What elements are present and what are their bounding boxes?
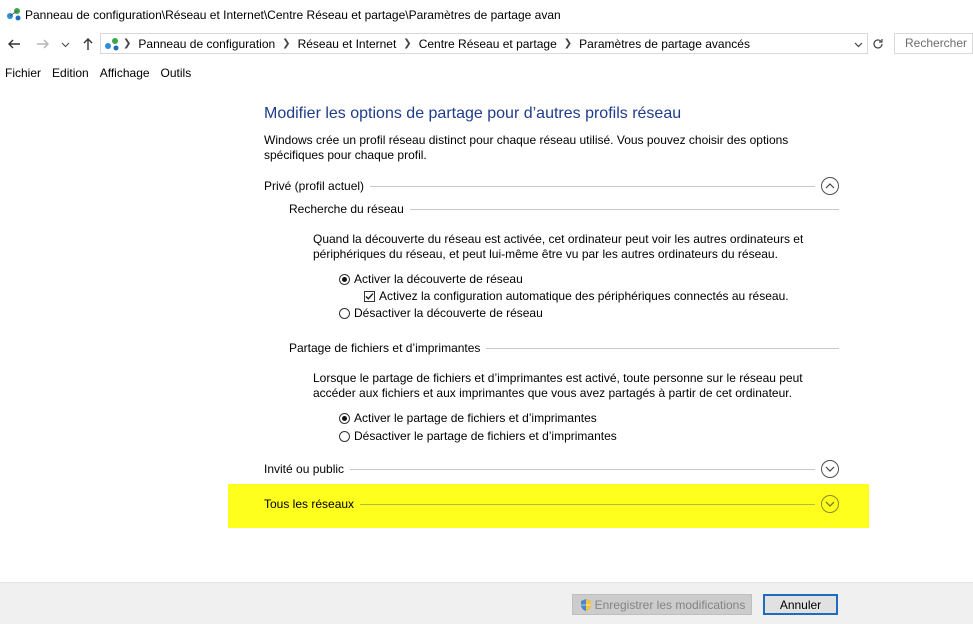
network-discovery-heading: Recherche du réseau (289, 202, 404, 216)
address-dropdown-button[interactable] (851, 36, 865, 52)
chevron-down-icon (854, 42, 862, 47)
chevron-down-icon (825, 501, 835, 507)
save-button-label: Enregistrer les modifications (594, 597, 746, 612)
window-title: Panneau de configuration\Réseau et Inter… (25, 8, 561, 22)
arrow-right-icon (37, 39, 49, 49)
enable-sharing-label: Activer le partage de fichiers et d’impr… (354, 411, 597, 425)
enable-discovery-radio-row[interactable]: Activer la découverte de réseau (339, 272, 523, 286)
disable-sharing-radio-row[interactable]: Désactiver le partage de fichiers et d’i… (339, 429, 617, 443)
shield-icon (580, 598, 591, 611)
page-title: Modifier les options de partage pour d’a… (264, 105, 682, 122)
breadcrumb-control-panel[interactable]: Panneau de configuration (134, 37, 279, 51)
disable-discovery-radio-row[interactable]: Désactiver la découverte de réseau (339, 306, 543, 320)
breadcrumb-network-internet[interactable]: Réseau et Internet (294, 37, 401, 51)
network-discovery-header: Recherche du réseau (289, 202, 839, 216)
footer-bar: Enregistrer les modifications Annuler (0, 582, 973, 624)
file-sharing-description: Lorsque le partage de fichiers et d’impr… (313, 371, 803, 400)
address-bar[interactable]: ❯ Panneau de configuration ❯ Réseau et I… (100, 33, 868, 54)
enable-sharing-radio-row[interactable]: Activer le partage de fichiers et d’impr… (339, 411, 597, 425)
back-button[interactable] (4, 32, 24, 56)
enable-discovery-label: Activer la découverte de réseau (354, 272, 523, 286)
expand-button[interactable] (821, 460, 839, 478)
radio-selected-icon[interactable] (339, 412, 350, 424)
chevron-right-icon: ❯ (403, 38, 412, 49)
radio-selected-icon[interactable] (339, 273, 350, 285)
chevron-down-icon (825, 466, 835, 472)
forward-button[interactable] (33, 32, 53, 56)
search-input[interactable]: Rechercher (894, 33, 973, 54)
file-sharing-header: Partage de fichiers et d’imprimantes (289, 341, 839, 355)
auto-config-label: Activez la configuration automatique des… (379, 289, 789, 303)
menu-edit[interactable]: Edition (47, 66, 95, 80)
private-profile-header[interactable]: Privé (profil actuel) (264, 177, 839, 195)
menu-tools[interactable]: Outils (156, 66, 198, 80)
private-profile-label: Privé (profil actuel) (264, 179, 365, 193)
breadcrumb-advanced-sharing[interactable]: Paramètres de partage avancés (575, 37, 754, 51)
auto-config-checkbox-row[interactable]: Activez la configuration automatique des… (364, 289, 789, 303)
title-bar: Panneau de configuration\Réseau et Inter… (0, 0, 973, 30)
radio-unselected-icon[interactable] (339, 430, 350, 442)
checkmark-icon (365, 292, 374, 300)
divider (360, 503, 815, 505)
chevron-down-icon (61, 42, 69, 47)
recent-locations-button[interactable] (58, 32, 72, 56)
navigation-bar: ❯ Panneau de configuration ❯ Réseau et I… (0, 32, 973, 58)
disable-sharing-label: Désactiver le partage de fichiers et d’i… (354, 429, 617, 443)
up-button[interactable] (78, 32, 98, 56)
guest-profile-label: Invité ou public (264, 462, 345, 476)
radio-unselected-icon[interactable] (339, 307, 350, 319)
checkbox-checked-icon[interactable] (364, 290, 375, 302)
network-icon (105, 37, 119, 50)
all-networks-header[interactable]: Tous les réseaux (264, 495, 839, 513)
divider (486, 347, 839, 349)
menu-view[interactable]: Affichage (95, 66, 156, 80)
save-button[interactable]: Enregistrer les modifications (572, 594, 752, 615)
chevron-right-icon: ❯ (123, 38, 132, 49)
collapse-button[interactable] (821, 177, 839, 195)
all-networks-label: Tous les réseaux (264, 497, 355, 511)
breadcrumb-network-sharing-center[interactable]: Centre Réseau et partage (415, 37, 561, 51)
chevron-right-icon: ❯ (563, 38, 573, 49)
cancel-button[interactable]: Annuler (763, 594, 838, 615)
network-discovery-description: Quand la découverte du réseau est activé… (313, 232, 804, 261)
menu-file[interactable]: Fichier (0, 66, 47, 80)
expand-button[interactable] (821, 495, 839, 513)
divider (370, 185, 815, 187)
intro-text: Windows crée un profil réseau distinct p… (264, 133, 789, 162)
refresh-icon (873, 39, 883, 49)
arrow-up-icon (83, 38, 93, 50)
refresh-button[interactable] (870, 35, 886, 53)
arrow-left-icon (8, 39, 20, 49)
network-icon (7, 8, 21, 21)
chevron-right-icon: ❯ (282, 38, 291, 49)
menu-bar: Fichier Edition Affichage Outils (0, 63, 973, 83)
chevron-up-icon (825, 183, 835, 189)
divider (350, 468, 815, 470)
disable-discovery-label: Désactiver la découverte de réseau (354, 306, 543, 320)
guest-profile-header[interactable]: Invité ou public (264, 460, 839, 478)
file-sharing-heading: Partage de fichiers et d’imprimantes (289, 341, 481, 355)
divider (409, 208, 839, 210)
